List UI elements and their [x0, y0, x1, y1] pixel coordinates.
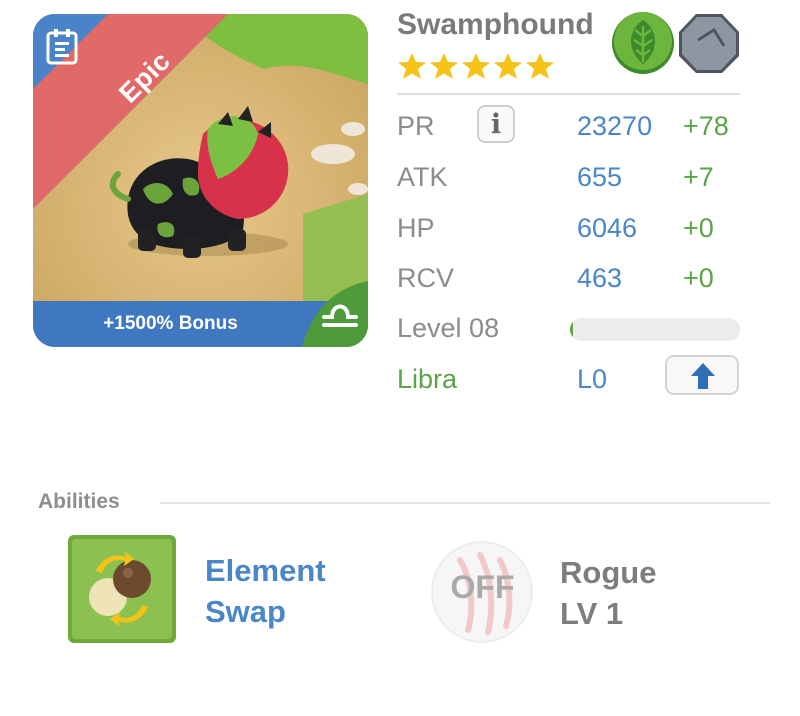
- stat-delta-pr: +78: [683, 111, 729, 141]
- leaf-element-icon[interactable]: [610, 10, 676, 76]
- star-icon: [430, 53, 458, 79]
- star-icon: [398, 53, 426, 79]
- level-progress-bar: [570, 318, 740, 341]
- stat-delta-atk: +7: [683, 162, 714, 192]
- ability-name-line-1: Element: [205, 553, 326, 588]
- info-button[interactable]: i: [477, 105, 515, 143]
- stat-label-atk: ATK: [397, 162, 448, 192]
- monster-name: Swamphound: [397, 8, 594, 41]
- notes-icon[interactable]: [45, 28, 79, 66]
- stat-label-pr: PR: [397, 111, 435, 141]
- stat-value-pr: 23270: [577, 111, 653, 141]
- stat-delta-hp: +0: [683, 213, 714, 243]
- arrow-up-icon: [691, 363, 715, 389]
- rogue-ability-name[interactable]: Rogue LV 1: [560, 552, 656, 634]
- rogue-level-text: LV 1: [560, 596, 624, 631]
- rogue-status-off: OFF: [450, 569, 515, 605]
- header-divider: [397, 93, 740, 95]
- star-icon: [494, 53, 522, 79]
- stat-delta-rcv: +0: [683, 263, 714, 293]
- zodiac-label: Libra: [397, 364, 458, 394]
- element-swap-ability-name[interactable]: Element Swap: [205, 550, 375, 632]
- libra-zodiac-icon: [302, 281, 368, 347]
- zodiac-upgrade-button[interactable]: [665, 355, 739, 395]
- level-label: Level 08: [397, 313, 500, 343]
- level-progress-fill: [570, 318, 574, 341]
- ability-name-line-2: Swap: [205, 594, 286, 629]
- star-rating: [397, 52, 555, 80]
- stat-value-hp: 6046: [577, 213, 638, 243]
- abilities-heading: Abilities: [38, 490, 120, 513]
- element-swap-ability-icon[interactable]: [68, 535, 176, 643]
- zodiac-level: L0: [577, 364, 608, 394]
- star-icon: [526, 53, 554, 79]
- stat-label-hp: HP: [397, 213, 435, 243]
- star-icon: [462, 53, 490, 79]
- rogue-name-text: Rogue: [560, 555, 657, 590]
- stone-element-icon[interactable]: [676, 10, 742, 76]
- bonus-text: +1500% Bonus: [103, 313, 238, 334]
- stat-value-rcv: 463: [577, 263, 623, 293]
- monster-portrait-card[interactable]: Epic +1500% Bonus: [33, 14, 368, 347]
- info-icon: i: [490, 109, 502, 140]
- abilities-divider: [160, 502, 770, 504]
- stat-value-atk: 655: [577, 162, 623, 192]
- stat-label-rcv: RCV: [397, 263, 455, 293]
